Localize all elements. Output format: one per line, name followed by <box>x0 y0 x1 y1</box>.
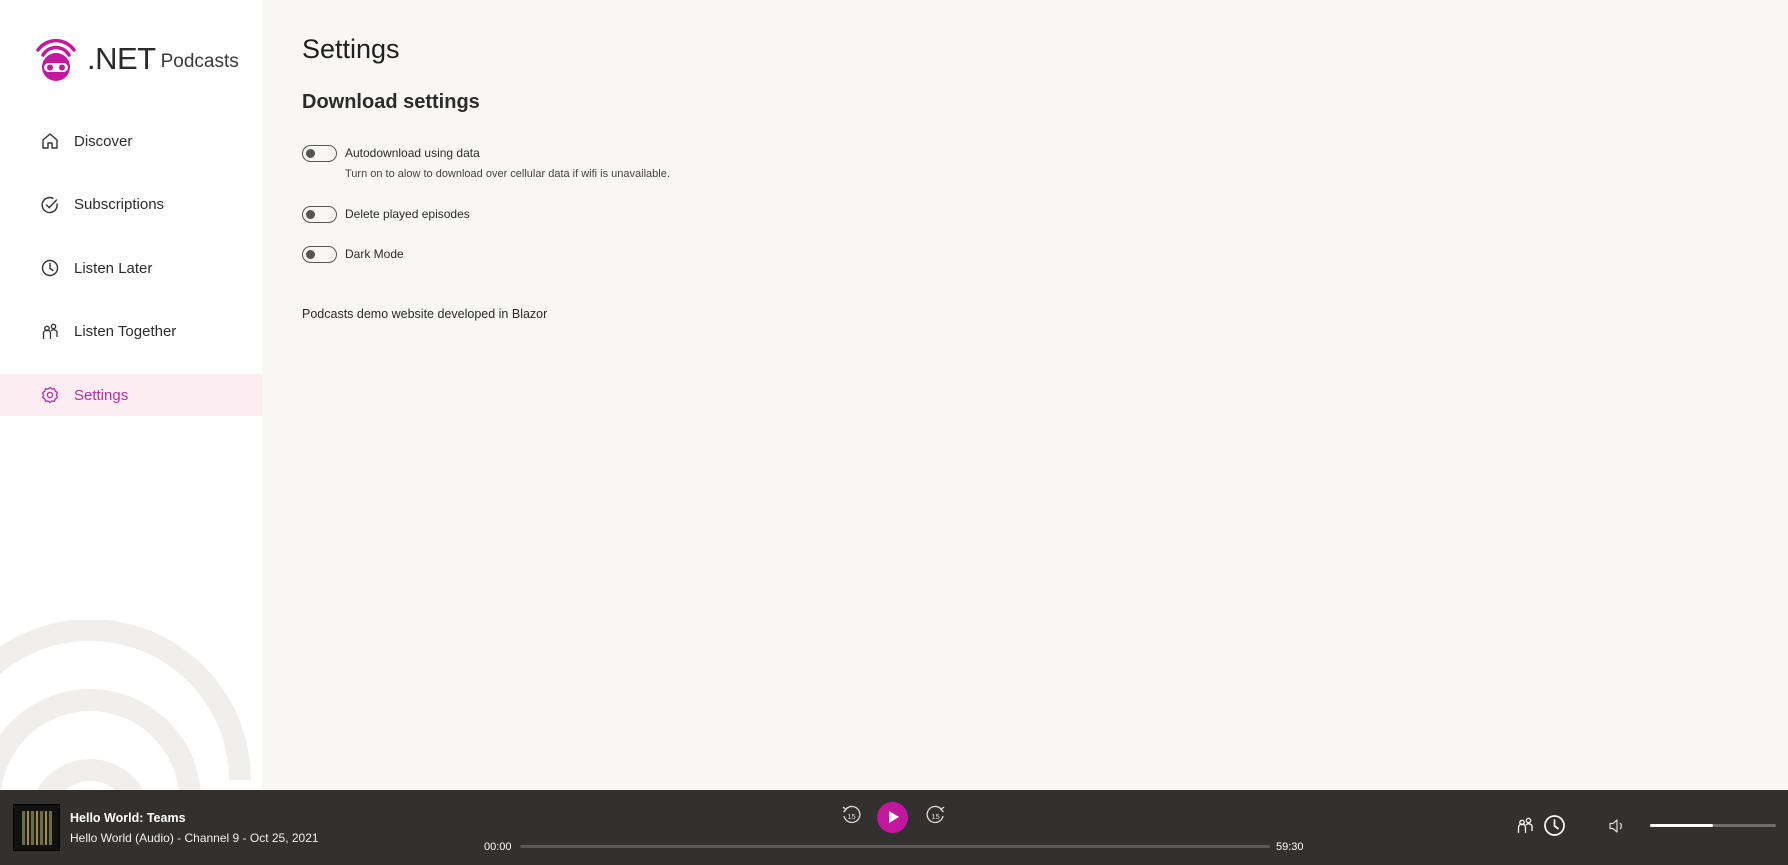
sidebar-item-label: Subscriptions <box>74 196 165 213</box>
sidebar-item-label: Settings <box>74 386 129 404</box>
sidebar-item-discover[interactable]: Discover <box>0 120 262 162</box>
sidebar-item-label: Listen Together <box>74 323 177 340</box>
footer-note: Podcasts demo website developed in Blazo… <box>302 307 548 321</box>
sidebar-item-listen-later[interactable]: Listen Later <box>0 247 262 289</box>
sidebar-item-listen-together[interactable]: Listen Together <box>0 311 262 353</box>
total-time: 59:30 <box>1276 841 1304 853</box>
setting-label: Dark Mode <box>345 247 404 261</box>
skip-back-15-button[interactable]: 15 <box>840 804 862 826</box>
skip-forward-15-button[interactable]: 15 <box>925 804 947 826</box>
sidebar: .NET Podcasts Discover Subscriptions Lis… <box>0 0 262 790</box>
current-time: 00:00 <box>484 841 512 853</box>
people-icon <box>42 323 58 339</box>
skip-back-seconds: 15 <box>847 812 855 821</box>
episode-subtitle: Hello World (Audio) - Channel 9 - Oct 25… <box>70 831 319 845</box>
setting-dark-mode: Dark Mode <box>302 246 404 263</box>
episode-thumbnail <box>13 804 60 851</box>
logo-net-text: .NET <box>87 41 156 76</box>
volume-slider[interactable] <box>1650 824 1776 827</box>
listen-later-clock-icon[interactable] <box>1543 814 1566 837</box>
setting-autodownload: Autodownload using data Turn on to alow … <box>302 145 670 180</box>
page-title: Settings <box>302 34 400 64</box>
settings-gear-icon <box>42 386 58 404</box>
setting-description: Turn on to alow to download over cellula… <box>345 168 670 180</box>
sidebar-item-label: Discover <box>74 132 133 150</box>
episode-title: Hello World: Teams <box>70 811 186 825</box>
setting-label: Delete played episodes <box>345 207 470 221</box>
sidebar-item-settings[interactable]: Settings <box>0 374 262 416</box>
sidebar-item-label: Listen Later <box>74 259 153 277</box>
main-nav: Discover Subscriptions Listen Later List… <box>0 120 262 438</box>
delete-played-toggle[interactable] <box>302 206 337 223</box>
setting-delete-played: Delete played episodes <box>302 206 470 223</box>
autodownload-toggle[interactable] <box>302 145 337 162</box>
podcast-logo-icon <box>36 38 76 81</box>
volume-fill <box>1650 824 1713 827</box>
volume-icon[interactable] <box>1608 818 1626 834</box>
podcast-watermark-icon <box>0 620 251 790</box>
audio-player: Hello World: Teams Hello World (Audio) -… <box>0 790 1788 865</box>
logo-podcasts-text: Podcasts <box>160 51 239 72</box>
check-circle-icon <box>41 196 58 213</box>
play-button[interactable] <box>877 802 908 833</box>
skip-forward-seconds: 15 <box>931 812 939 821</box>
listen-together-icon[interactable] <box>1515 816 1535 836</box>
dark-mode-toggle[interactable] <box>302 246 337 263</box>
sidebar-item-subscriptions[interactable]: Subscriptions <box>0 184 262 226</box>
app-logo[interactable]: .NET Podcasts <box>32 34 239 84</box>
progress-slider[interactable] <box>520 845 1270 848</box>
setting-label: Autodownload using data <box>345 146 480 160</box>
clock-icon <box>41 259 59 277</box>
section-title: Download settings <box>302 91 480 113</box>
home-icon <box>42 133 58 149</box>
